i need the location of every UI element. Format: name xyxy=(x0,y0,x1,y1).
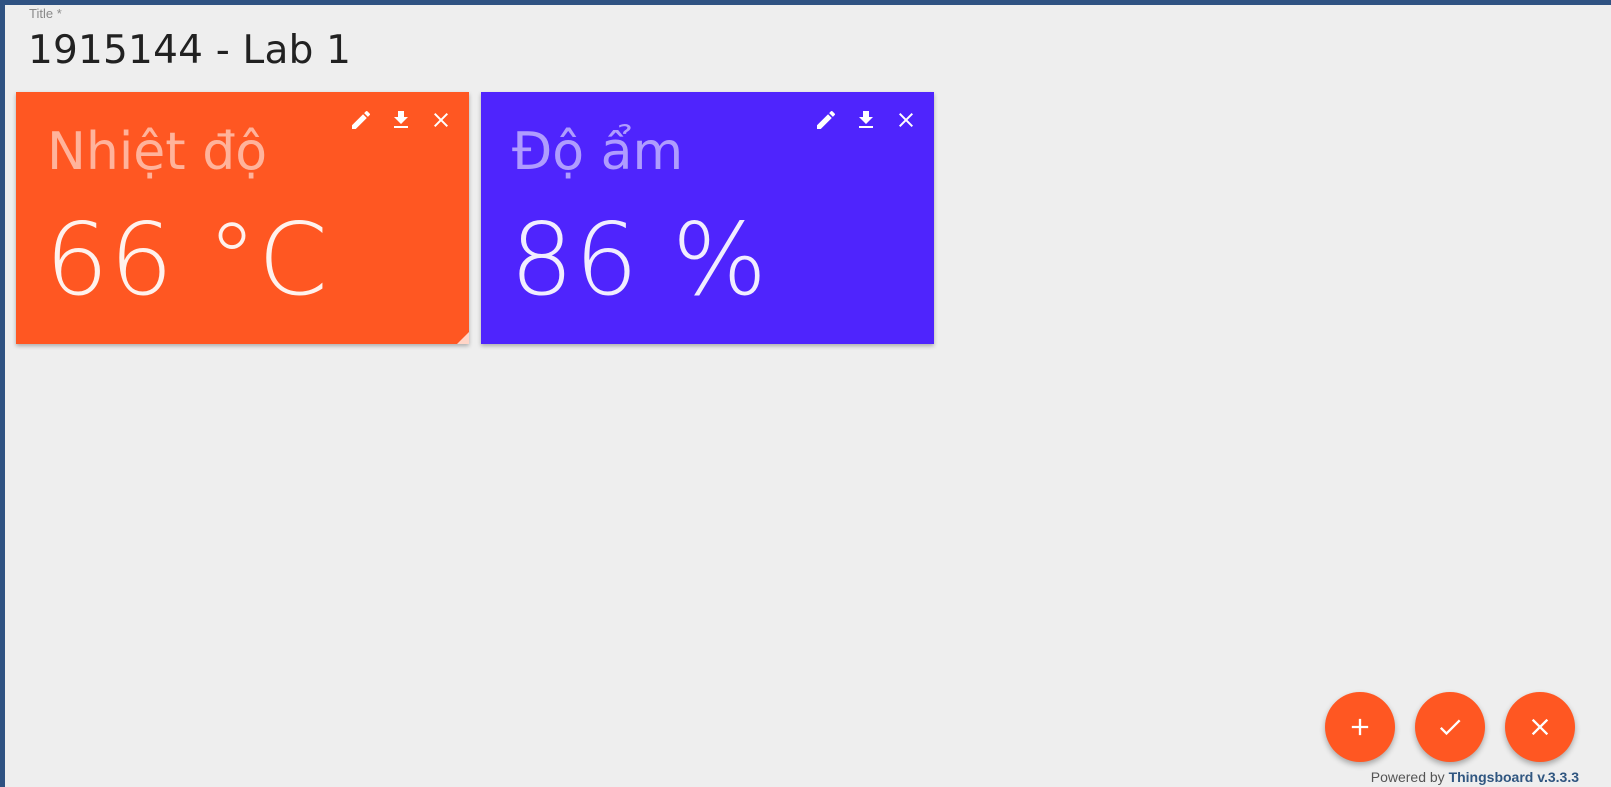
apply-changes-button[interactable] xyxy=(1415,692,1485,762)
edit-icon[interactable] xyxy=(349,108,373,132)
powered-by-text: Powered by xyxy=(1370,769,1445,785)
close-icon[interactable] xyxy=(894,108,918,132)
widget-temperature[interactable]: Nhiệt độ 66 °C xyxy=(16,92,469,344)
widget-title: Nhiệt độ xyxy=(47,122,268,182)
widget-value: 66 °C xyxy=(45,201,329,318)
add-icon xyxy=(1351,718,1369,736)
edit-icon[interactable] xyxy=(814,108,838,132)
add-widget-button[interactable] xyxy=(1325,692,1395,762)
resize-handle[interactable] xyxy=(457,332,469,344)
download-icon[interactable] xyxy=(389,108,413,132)
download-icon[interactable] xyxy=(854,108,878,132)
widget-value: 86 % xyxy=(510,201,769,318)
close-icon[interactable] xyxy=(429,108,453,132)
close-icon xyxy=(1531,718,1549,736)
widget-title: Độ ẩm xyxy=(512,122,684,182)
window-left-border xyxy=(0,0,5,787)
check-icon xyxy=(1439,719,1461,736)
footer: Powered by Thingsboard v.3.3.3 xyxy=(1371,769,1579,785)
widget-actions xyxy=(814,108,918,132)
widget-humidity[interactable]: Độ ẩm 86 % xyxy=(481,92,934,344)
cancel-changes-button[interactable] xyxy=(1505,692,1575,762)
window-top-border xyxy=(0,0,1611,5)
widget-actions xyxy=(349,108,453,132)
thingsboard-link[interactable]: Thingsboard v.3.3.3 xyxy=(1449,769,1579,785)
dashboard-title-field[interactable]: 1915144 - Lab 1 xyxy=(28,28,351,73)
title-field-label: Title * xyxy=(29,6,62,21)
